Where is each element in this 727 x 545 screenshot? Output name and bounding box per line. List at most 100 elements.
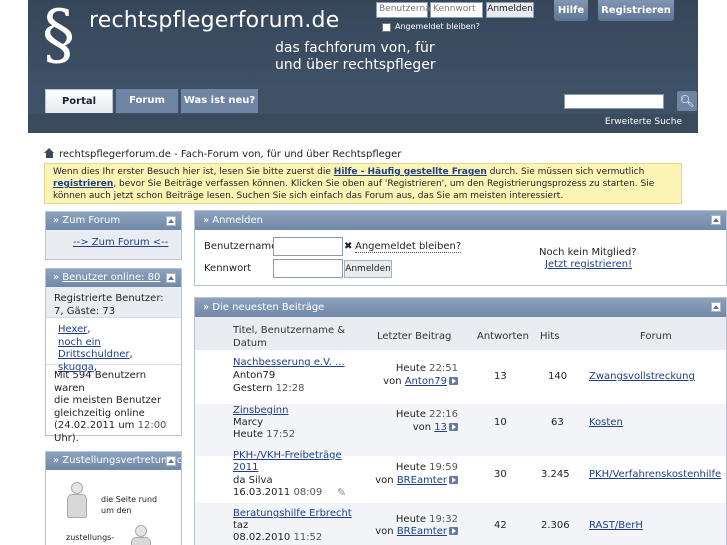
- delivery-block-header: » Zustellungsvertretung.de: [46, 452, 181, 470]
- attachment-icon: ✎: [337, 486, 347, 499]
- last-post-date: Heute 19:32: [396, 514, 458, 526]
- last-post-day: Heute: [395, 514, 426, 525]
- thread-author: Marcy: [233, 417, 264, 428]
- last-post-user-link[interactable]: Anton79: [405, 376, 447, 387]
- last-post-user-link[interactable]: BREamter: [397, 475, 447, 486]
- column-forum: Forum: [640, 331, 672, 342]
- last-post-user: von BREamter: [375, 526, 458, 538]
- replies-count: 10: [494, 417, 507, 428]
- tab-whats-new[interactable]: Was ist neu?: [181, 89, 258, 113]
- thread-date: Gestern 12:28: [233, 383, 304, 395]
- breadcrumb: rechtspflegerforum.de - Fach-Forum von, …: [44, 148, 401, 160]
- register-button[interactable]: Registrieren: [598, 0, 674, 21]
- header-remember-checkbox[interactable]: [382, 23, 391, 32]
- thread-title-link[interactable]: Beratungshilfe Erbrecht: [233, 508, 352, 520]
- advanced-search-link[interactable]: Erweiterte Suche: [605, 117, 682, 127]
- online-user-link[interactable]: noch ein Drittschuldner: [58, 337, 130, 361]
- registered-guests-count: Registrierte Benutzer: 7, Gäste: 73: [54, 293, 164, 317]
- online-block-header: » Benutzer online: 80: [46, 269, 181, 287]
- forum-link[interactable]: PKH/Verfahrenskostenhilfe: [589, 469, 721, 481]
- newest-posts-block: » Die neuesten Beiträge Titel, Benutzern…: [194, 297, 727, 545]
- collapse-icon[interactable]: [166, 216, 176, 226]
- search-icon[interactable]: 🔍︎: [677, 91, 697, 111]
- thread-title-link[interactable]: Zinsbeginn: [233, 405, 288, 417]
- forum-block-header: » Zum Forum: [46, 212, 181, 230]
- register-now-link[interactable]: Jetzt registrieren!: [545, 259, 632, 270]
- go-to-post-icon[interactable]: [449, 527, 458, 535]
- password-label: Kennwort: [204, 263, 252, 274]
- username-field[interactable]: [273, 237, 343, 256]
- last-post-user: von Anton79: [383, 376, 458, 388]
- delivery-block: » Zustellungsvertretung.de die Seite run…: [45, 451, 182, 545]
- delivery-text-1: die Seite rund um den: [101, 494, 171, 516]
- collapse-icon[interactable]: [711, 215, 721, 225]
- to-forum-link[interactable]: --> Zum Forum <--: [73, 237, 168, 248]
- last-post-user-link[interactable]: BREamter: [397, 526, 447, 537]
- thread-title-link[interactable]: PKH-/VKH-Freibeträge 2011: [233, 450, 353, 474]
- go-to-post-icon[interactable]: [449, 423, 458, 431]
- logo-paragraph-icon[interactable]: §: [42, 2, 75, 68]
- header-username-input[interactable]: Benutzernam: [376, 2, 439, 18]
- thread-date-day: 16.03.2011: [233, 487, 291, 498]
- home-icon[interactable]: [44, 148, 55, 158]
- forum-link[interactable]: RAST/BerH: [589, 520, 643, 532]
- delivery-block-title[interactable]: » Zustellungsvertretung.de: [53, 455, 181, 466]
- help-button[interactable]: Hilfe: [554, 0, 588, 21]
- remember-label: Angemeldet bleiben?: [355, 241, 462, 253]
- collapse-icon[interactable]: [166, 273, 176, 283]
- thread-date: 08.02.2010 11:52: [233, 532, 322, 544]
- thread-title-link[interactable]: Nachbesserung e.V. ...: [233, 357, 345, 369]
- by-label: von: [383, 376, 402, 387]
- header-banner: § rechtspflegerforum.de das fachforum vo…: [28, 0, 698, 88]
- collapse-icon[interactable]: [166, 456, 176, 466]
- forum-link[interactable]: Zwangsvollstreckung: [589, 371, 695, 383]
- tagline-line-2: und über rechtspfleger: [275, 57, 436, 73]
- site-header: § rechtspflegerforum.de das fachforum vo…: [28, 0, 698, 133]
- online-users-link[interactable]: Benutzer online: 80: [62, 272, 160, 283]
- table-row: Nachbesserung e.V. ... Anton79 Gestern 1…: [195, 352, 726, 404]
- search-input[interactable]: [564, 94, 664, 109]
- tab-forum[interactable]: Forum: [116, 89, 178, 113]
- last-post-user: von 13: [413, 422, 458, 434]
- go-to-post-icon[interactable]: [449, 377, 458, 385]
- site-tagline: das fachforum von, für und über rechtspf…: [275, 40, 436, 74]
- online-users-block: » Benutzer online: 80 Registrierte Benut…: [45, 268, 182, 444]
- notice-text-3: , bevor Sie Beiträge verfassen können. K…: [53, 179, 655, 201]
- online-block-body: Registrierte Benutzer: 7, Gäste: 73 Hexe…: [46, 287, 181, 444]
- last-post-time: 22:51: [429, 363, 458, 374]
- faq-link[interactable]: Hilfe - Häufig gestellte Fragen: [334, 167, 487, 177]
- by-label: von: [375, 526, 394, 537]
- password-field[interactable]: [273, 259, 343, 278]
- login-submit-button[interactable]: Anmelden: [344, 260, 392, 278]
- record-line: (24.02.2011 um: [54, 420, 138, 431]
- notice-text-2: durch. Sie müssen sich vermutlich: [486, 167, 645, 177]
- posts-block-title: » Die neuesten Beiträge: [203, 302, 325, 313]
- column-hits: Hits: [540, 331, 560, 342]
- go-to-post-icon[interactable]: [449, 476, 458, 484]
- header-password-input[interactable]: Kennwort: [430, 2, 483, 18]
- collapse-icon[interactable]: [711, 302, 721, 312]
- tab-portal[interactable]: Portal: [45, 89, 113, 113]
- replies-count: 30: [494, 469, 507, 480]
- header-login-button[interactable]: Anmelden: [486, 2, 534, 18]
- record-line: Uhr).: [54, 432, 79, 444]
- thread-date: 16.03.2011 08:09: [233, 487, 322, 499]
- thread-date-time: 12:28: [275, 383, 305, 394]
- welcome-notice: Wenn dies Ihr erster Besuch hier ist, le…: [44, 163, 682, 204]
- online-user-link[interactable]: Hexer: [58, 324, 87, 335]
- sub-navbar: Erweiterte Suche: [28, 114, 698, 133]
- thread-date-day: Heute: [233, 429, 264, 440]
- replies-count: 13: [494, 371, 507, 382]
- table-row: PKH-/VKH-Freibeträge 2011 da Silva 16.03…: [195, 448, 726, 500]
- site-name[interactable]: rechtspflegerforum.de: [89, 8, 339, 33]
- thread-author: taz: [233, 520, 249, 531]
- login-block-title: » Anmelden: [203, 215, 263, 226]
- main-navbar: Portal Forum Was ist neu? 🔍︎: [28, 88, 698, 114]
- breadcrumb-text: rechtspflegerforum.de - Fach-Forum von, …: [59, 149, 402, 160]
- forum-link[interactable]: Kosten: [589, 417, 623, 429]
- remember-checkbox[interactable]: ✖: [344, 241, 352, 252]
- record-line: die meisten Benutzer: [54, 395, 162, 406]
- notice-register-link[interactable]: registrieren: [53, 179, 113, 189]
- hits-count: 63: [551, 417, 564, 428]
- last-post-user-link[interactable]: 13: [434, 422, 447, 433]
